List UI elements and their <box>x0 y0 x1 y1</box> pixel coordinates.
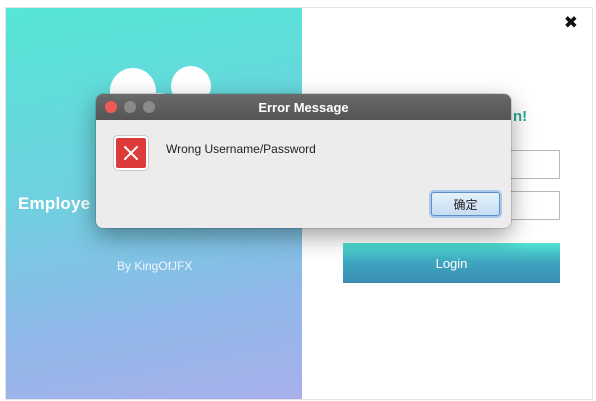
close-icon[interactable]: ✖ <box>564 14 578 31</box>
login-button[interactable]: Login <box>343 243 560 283</box>
dialog-titlebar[interactable]: Error Message <box>96 94 511 120</box>
ok-button[interactable]: 确定 <box>431 192 500 216</box>
error-message: Wrong Username/Password <box>166 142 316 156</box>
welcome-heading: n! <box>513 108 528 125</box>
error-dialog: Error Message Wrong Username/Password 确定 <box>96 94 511 228</box>
app-title: Employe <box>18 194 91 213</box>
error-x-icon <box>114 136 148 170</box>
author-credit: By KingOfJFX <box>117 259 193 273</box>
dialog-title: Error Message <box>258 100 349 115</box>
